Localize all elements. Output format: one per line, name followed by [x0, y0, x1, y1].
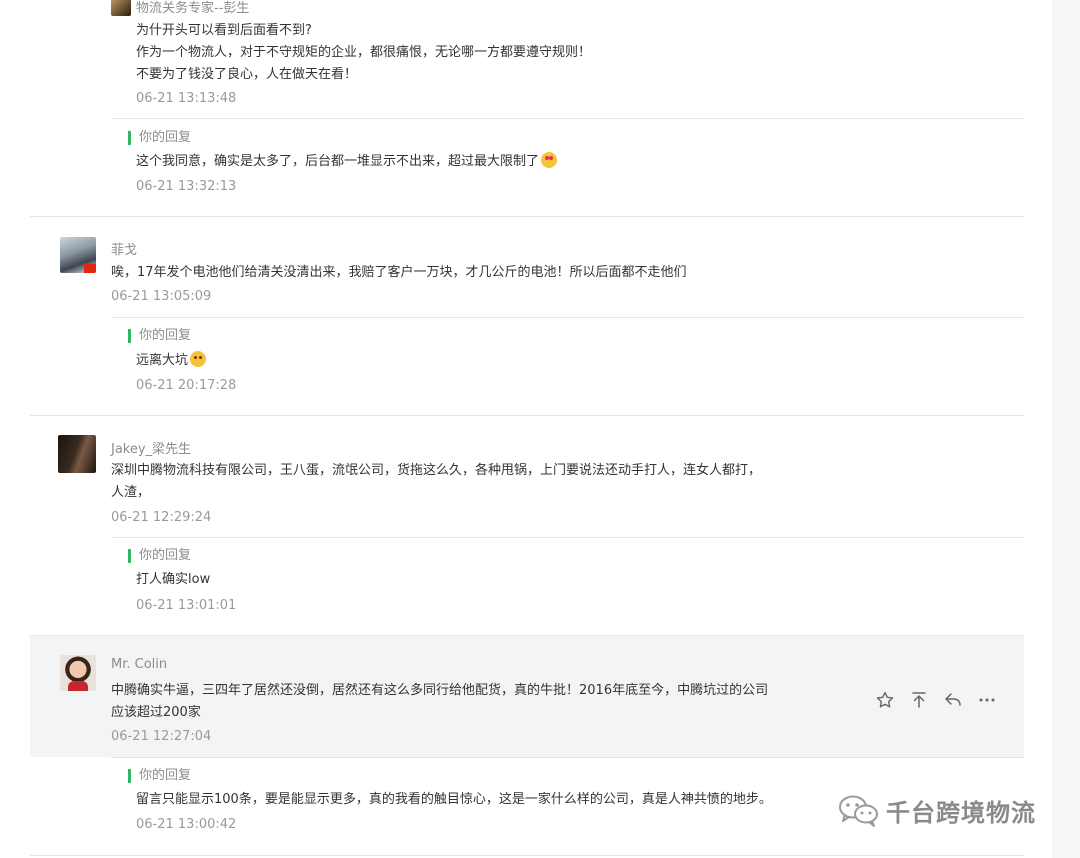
smile-emoji-icon: [190, 351, 207, 367]
reply-label: 你的回复: [128, 769, 191, 783]
reply-icon[interactable]: [943, 690, 963, 710]
flag-icon: [84, 264, 96, 273]
comment-text-line: 为什开头可以看到后面看不到?: [136, 23, 312, 38]
comment-text-line: 中腾确实牛逼，三四年了居然还没倒，居然还有这么多同行给他配货，真的牛批！2016…: [111, 683, 769, 698]
comment-text-line: 不要为了钱没了良心，人在做天在看！: [136, 67, 358, 82]
comment-text-line: 深圳中腾物流科技有限公司，王八蛋，流氓公司，货拖这么久，各种甩锅，上门要说法还动…: [111, 463, 762, 478]
reply-label: 你的回复: [128, 131, 191, 145]
comment-nickname: Mr. Colin: [111, 657, 168, 672]
pin-top-icon[interactable]: [909, 690, 929, 710]
comment-text-line: 应该超过200家: [111, 705, 201, 720]
more-icon[interactable]: [977, 690, 997, 710]
comment-feed: 物流关务专家--彭生 为什开头可以看到后面看不到? 作为一个物流人，对于不守规矩…: [0, 0, 1052, 858]
divider: [111, 118, 1024, 119]
reply-time: 06-21 13:00:42: [136, 817, 237, 832]
reply-text: 这个我同意，确实是太多了，后台都一堆显示不出来，超过最大限制了: [136, 151, 558, 173]
reply-time: 06-21 13:32:13: [136, 179, 237, 194]
divider: [30, 216, 1024, 217]
watermark-text: 千台跨境物流: [886, 799, 1036, 827]
comment-time: 06-21 13:13:48: [136, 91, 237, 106]
divider: [111, 317, 1024, 318]
divider: [30, 635, 1024, 636]
comment-text-line: 作为一个物流人，对于不守规矩的企业，都很痛恨，无论哪一方都要遵守规则！: [136, 45, 592, 60]
divider: [111, 537, 1024, 538]
avatar-shirt: [68, 681, 88, 691]
reply-text-content: 远离大坑: [136, 353, 189, 368]
comment-time: 06-21 12:29:24: [111, 510, 212, 525]
reply-label: 你的回复: [128, 549, 191, 563]
reply-text: 留言只能显示100条，要是能显示更多，真的我看的触目惊心，这是一家什么样的公司，…: [136, 792, 772, 807]
reply-text-content: 这个我同意，确实是太多了，后台都一堆显示不出来，超过最大限制了: [136, 154, 540, 169]
star-icon[interactable]: [875, 690, 895, 710]
right-scroll-rail[interactable]: [1052, 0, 1080, 858]
comment-nickname: 物流关务专家--彭生: [136, 1, 250, 16]
divider: [30, 415, 1024, 416]
heart-eyes-emoji-icon: [541, 152, 558, 168]
watermark: 千台跨境物流: [838, 793, 1036, 828]
reply-time: 06-21 20:17:28: [136, 378, 237, 393]
comment-nickname: 菲戈: [111, 243, 138, 258]
avatar[interactable]: [60, 655, 96, 691]
divider: [111, 757, 1024, 758]
divider: [30, 855, 1024, 856]
reply-text: 打人确实low: [136, 572, 211, 587]
avatar[interactable]: [111, 0, 131, 16]
reply-time: 06-21 13:01:01: [136, 598, 237, 613]
comment-time: 06-21 13:05:09: [111, 289, 212, 304]
wechat-logo-icon: [839, 795, 878, 827]
avatar[interactable]: [60, 237, 96, 273]
comment-text-line: 唉，17年发个电池他们给清关没清出来，我赔了客户一万块，才几公斤的电池！所以后面…: [111, 265, 687, 280]
comment-nickname: Jakey_梁先生: [111, 442, 192, 457]
comment-actions: [875, 690, 997, 710]
reply-label: 你的回复: [128, 329, 191, 343]
comment-text-line: 人渣，: [111, 485, 151, 500]
reply-text: 远离大坑: [136, 350, 207, 372]
avatar[interactable]: [58, 435, 96, 473]
comment-time: 06-21 12:27:04: [111, 729, 212, 744]
